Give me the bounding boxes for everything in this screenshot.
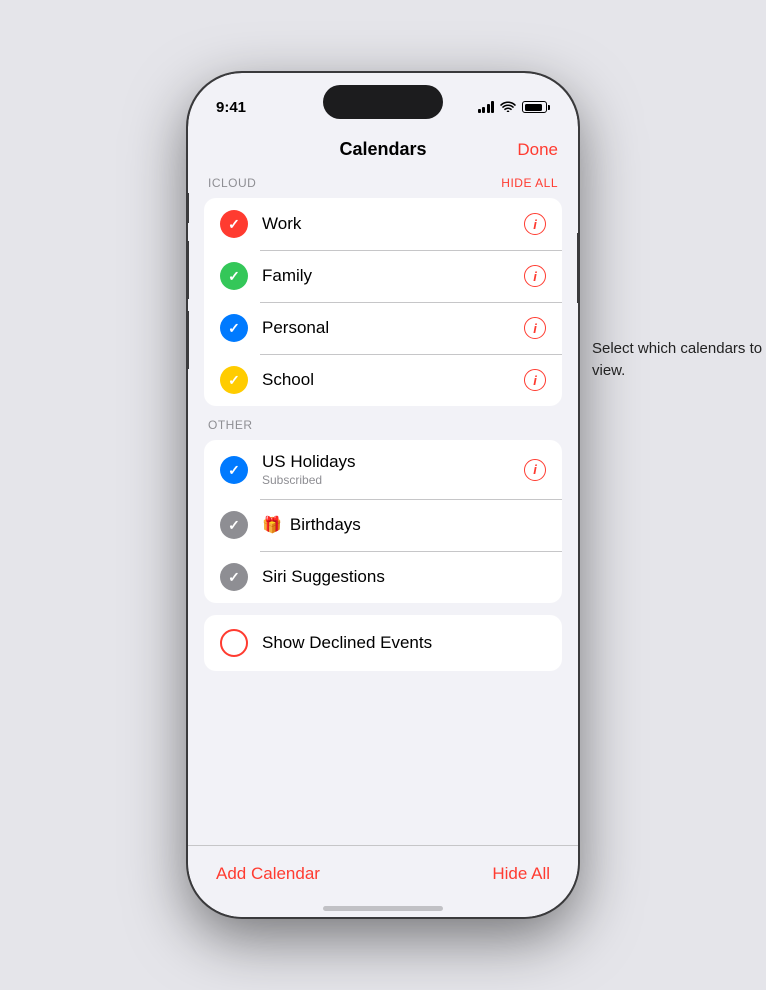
list-item[interactable]: ✓ 🎁 Birthdays: [204, 499, 562, 551]
checkmark-icon: ✓: [228, 373, 240, 387]
gift-icon: 🎁: [262, 515, 282, 535]
us-holidays-label: US Holidays: [262, 452, 356, 471]
checkmark-icon: ✓: [228, 321, 240, 335]
school-info-button[interactable]: i: [524, 369, 546, 391]
calendar-header: Calendars Done: [204, 127, 562, 176]
birthdays-content: 🎁 Birthdays: [262, 515, 546, 535]
hide-all-icloud-button[interactable]: HIDE ALL: [501, 176, 558, 190]
checkmark-icon: ✓: [228, 217, 240, 231]
other-list: ✓ US Holidays Subscribed i ✓ 🎁: [204, 440, 562, 603]
volume-up-button[interactable]: [188, 241, 189, 299]
phone-screen: 9:41: [188, 73, 578, 917]
us-holidays-subtitle: Subscribed: [262, 473, 524, 487]
done-button[interactable]: Done: [508, 140, 558, 160]
list-item[interactable]: ✓ School i: [204, 354, 562, 406]
status-icons: [478, 100, 551, 115]
school-checkbox[interactable]: ✓: [220, 366, 248, 394]
hide-all-button[interactable]: Hide All: [492, 864, 550, 884]
other-section-header: OTHER: [204, 418, 562, 440]
wifi-icon: [500, 100, 516, 115]
other-section: OTHER ✓ US Holidays Subscribed i: [204, 418, 562, 603]
list-item[interactable]: ✓ US Holidays Subscribed i: [204, 440, 562, 499]
icloud-section-header: ICLOUD HIDE ALL: [204, 176, 562, 198]
personal-info-button[interactable]: i: [524, 317, 546, 339]
birthdays-label: Birthdays: [290, 515, 361, 535]
annotation-text: Select which calendars to view.: [592, 338, 766, 382]
personal-item-content: Personal: [262, 318, 524, 338]
us-holidays-content: US Holidays Subscribed: [262, 452, 524, 487]
checkmark-icon: ✓: [228, 463, 240, 477]
icloud-section-label: ICLOUD: [208, 176, 256, 190]
work-label: Work: [262, 214, 301, 233]
birthdays-checkbox[interactable]: ✓: [220, 511, 248, 539]
us-holidays-info-button[interactable]: i: [524, 459, 546, 481]
icloud-list: ✓ Work i ✓ Family i: [204, 198, 562, 406]
screen-content: Calendars Done ICLOUD HIDE ALL ✓ Work: [188, 127, 578, 917]
status-time: 9:41: [216, 99, 246, 116]
checkmark-icon: ✓: [228, 269, 240, 283]
add-calendar-button[interactable]: Add Calendar: [216, 864, 320, 884]
list-item[interactable]: ✓ Siri Suggestions: [204, 551, 562, 603]
siri-label: Siri Suggestions: [262, 567, 385, 586]
us-holidays-checkbox[interactable]: ✓: [220, 456, 248, 484]
volume-down-button[interactable]: [188, 311, 189, 369]
checkmark-icon: ✓: [228, 518, 240, 532]
siri-checkbox[interactable]: ✓: [220, 563, 248, 591]
show-declined-card[interactable]: Show Declined Events: [204, 615, 562, 671]
show-declined-checkbox[interactable]: [220, 629, 248, 657]
work-checkbox[interactable]: ✓: [220, 210, 248, 238]
list-item[interactable]: ✓ Work i: [204, 198, 562, 250]
show-declined-label: Show Declined Events: [262, 633, 432, 653]
personal-checkbox[interactable]: ✓: [220, 314, 248, 342]
personal-label: Personal: [262, 318, 329, 337]
dynamic-island: [323, 85, 443, 119]
list-item[interactable]: ✓ Personal i: [204, 302, 562, 354]
family-label: Family: [262, 266, 312, 285]
phone-frame: 9:41: [188, 73, 578, 917]
power-button[interactable]: [577, 233, 578, 303]
page-title: Calendars: [258, 139, 508, 160]
family-info-button[interactable]: i: [524, 265, 546, 287]
family-item-content: Family: [262, 266, 524, 286]
home-indicator: [323, 906, 443, 911]
school-item-content: School: [262, 370, 524, 390]
school-label: School: [262, 370, 314, 389]
list-item[interactable]: ✓ Family i: [204, 250, 562, 302]
signal-bars-icon: [478, 101, 495, 113]
work-item-content: Work: [262, 214, 524, 234]
checkmark-icon: ✓: [228, 570, 240, 584]
siri-content: Siri Suggestions: [262, 567, 546, 587]
other-section-label: OTHER: [208, 418, 253, 432]
icloud-section: ICLOUD HIDE ALL ✓ Work i: [204, 176, 562, 406]
silent-switch[interactable]: [188, 193, 189, 223]
battery-icon: [522, 101, 550, 113]
work-info-button[interactable]: i: [524, 213, 546, 235]
family-checkbox[interactable]: ✓: [220, 262, 248, 290]
